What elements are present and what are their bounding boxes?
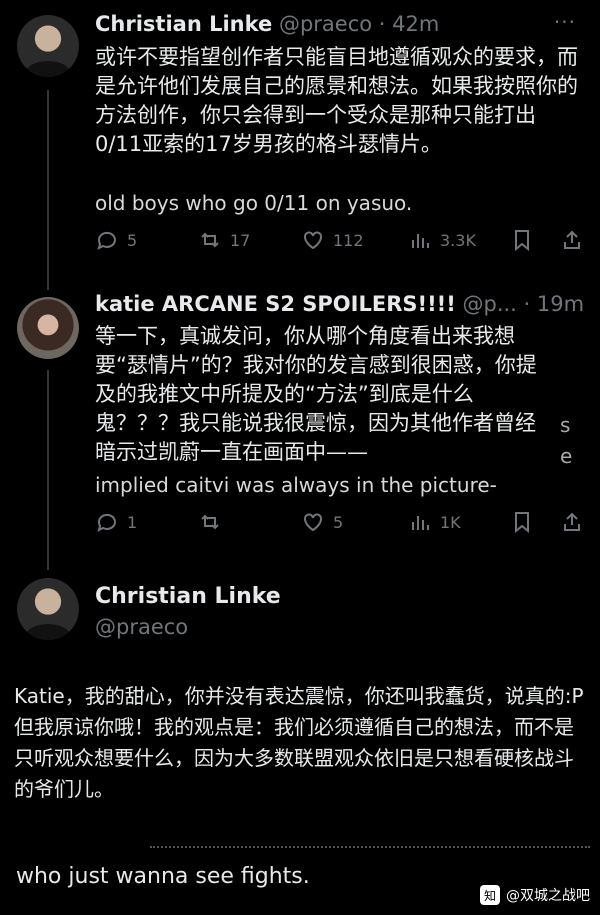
share-button[interactable] [560, 510, 584, 534]
heart-icon [304, 231, 322, 250]
like-button[interactable]: 5 [301, 510, 343, 534]
like-count: 5 [333, 512, 344, 532]
tweet-text: Katie，我的甜心，你并没有表达震惊，你还叫我蠢货，说真的:P 但我原谅你哦！… [14, 684, 584, 801]
zhihu-logo-icon: 知 [480, 885, 500, 905]
repost-icon [201, 232, 219, 248]
reply-button[interactable]: 1 [95, 510, 137, 534]
heart-icon [304, 513, 322, 532]
share-icon [564, 230, 580, 249]
thread-line [47, 90, 49, 290]
view-count: 3.3K [440, 230, 476, 250]
repost-button[interactable]: 17 [198, 228, 250, 252]
reply-icon [97, 231, 116, 250]
views-button[interactable]: 1K [408, 510, 461, 534]
watermark-text: @双城之战吧 [506, 888, 590, 904]
avatar[interactable] [17, 297, 79, 359]
views-icon [412, 234, 429, 248]
tweet-subtext: who just wanna see fights. [16, 864, 310, 889]
like-button[interactable]: 112 [301, 228, 364, 252]
author-handle: @praeco [95, 615, 189, 639]
overlapped-char: e [560, 444, 573, 468]
tweet-text: 或许不要指望创作者只能盲目地遵循观众的要求，而是允许他们发展自己的愿景和想法。如… [95, 45, 578, 156]
tweet-text: 等一下，真诚发问，你从哪个角度看出来我想要“瑟情片”的？我对你的发言感到很困惑，… [95, 324, 537, 464]
tweet-subtext: old boys who go 0/11 on yasuo. [95, 191, 413, 215]
overlapped-char: s [560, 413, 571, 437]
repost-button[interactable] [198, 510, 222, 534]
reply-icon [97, 513, 116, 532]
tweet-actions: 1 5 1K [95, 510, 585, 540]
views-icon [412, 516, 429, 530]
share-icon [564, 512, 580, 531]
like-count: 112 [333, 230, 364, 250]
reply-count: 5 [127, 230, 138, 250]
share-button[interactable] [560, 228, 584, 252]
bookmark-icon [515, 512, 529, 534]
bookmark-button[interactable] [510, 228, 534, 252]
view-count: 1K [440, 512, 461, 532]
author-name[interactable]: Christian Linke [95, 584, 281, 609]
author-name[interactable]: katie ARCANE S2 SPOILERS!!!! [95, 292, 456, 316]
thread-line-2 [47, 370, 49, 570]
watermark: 知 @双城之战吧 [480, 885, 590, 905]
reply-button[interactable]: 5 [95, 228, 137, 252]
avatar[interactable] [17, 15, 79, 77]
author-handle: @p... · 19m [462, 292, 585, 316]
tweet-subtext: implied caitvi was always in the picture… [95, 473, 497, 497]
views-button[interactable]: 3.3K [408, 228, 476, 252]
author-handle: @praeco · 42m [278, 12, 440, 36]
overlapped-text-remnant [150, 846, 590, 854]
repost-icon [201, 514, 219, 530]
bookmark-button[interactable] [510, 510, 534, 534]
author-name[interactable]: Christian Linke [95, 12, 272, 36]
reply-count: 1 [127, 512, 138, 532]
bookmark-icon [515, 230, 529, 252]
repost-count: 17 [230, 230, 251, 250]
more-icon[interactable]: ··· [554, 10, 576, 34]
tweet-actions: 5 17 112 3.3K [95, 228, 585, 258]
avatar[interactable] [17, 578, 79, 640]
